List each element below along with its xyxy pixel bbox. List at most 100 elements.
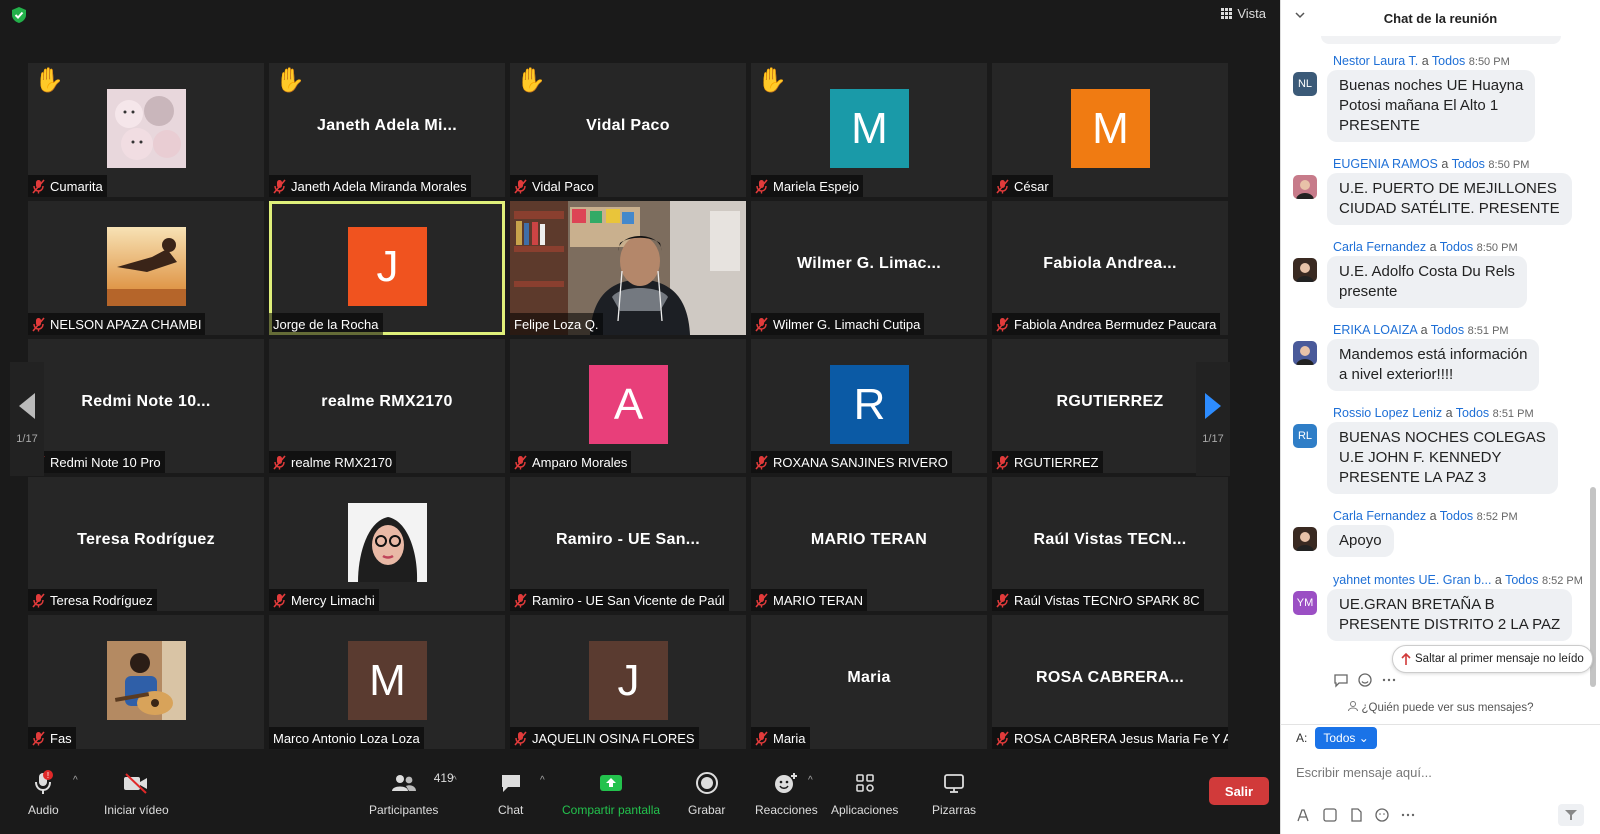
recipient-name: Todos <box>1439 509 1474 523</box>
participant-tile[interactable]: realme RMX2170 realme RMX2170 <box>269 339 505 473</box>
participant-tile[interactable]: Fabiola Andrea... Fabiola Andrea Bermudez… <box>992 201 1228 335</box>
sender-name[interactable]: EUGENIA RAMOS <box>1333 157 1438 171</box>
participant-tile[interactable]: Raúl Vistas TECN... Raúl Vistas TECNrO SP… <box>992 477 1228 611</box>
to-word: a <box>1420 323 1428 337</box>
share-screen-button[interactable]: Compartir pantalla <box>562 769 660 817</box>
reactions-label: Reacciones <box>755 803 818 817</box>
muted-mic-icon <box>755 178 768 194</box>
format-text-icon[interactable] <box>1296 807 1312 823</box>
arrow-up-icon <box>1401 652 1411 665</box>
participant-tile[interactable]: ✋ M Mariela Espejo <box>751 63 987 197</box>
participant-tile[interactable]: ✋ Vidal Paco Vidal Paco <box>510 63 746 197</box>
muted-mic-icon <box>32 178 45 194</box>
audio-label: Audio <box>28 803 59 817</box>
add-reaction-icon[interactable] <box>1357 672 1373 688</box>
participant-tile[interactable]: R ROXANA SANJINES RIVERO <box>751 339 987 473</box>
participant-tile[interactable]: Mercy Limachi <box>269 477 505 611</box>
to-word: a <box>1494 573 1502 587</box>
message-bubble: UE.GRAN BRETAÑA B PRESENTE DISTRITO 2 LA… <box>1327 589 1573 641</box>
message-header: EUGENIA RAMOS a Todos 8:50 PM <box>1333 157 1529 171</box>
participant-name: Janeth Adela Miranda Morales <box>291 178 467 194</box>
muted-mic-icon <box>32 592 45 608</box>
participant-tile[interactable]: Teresa Rodríguez Teresa Rodríguez <box>28 477 264 611</box>
participant-tile[interactable]: Maria Maria <box>751 615 987 749</box>
message-header: Carla Fernandez a Todos 8:50 PM <box>1333 240 1518 254</box>
start-video-button[interactable]: Iniciar vídeo <box>104 769 169 817</box>
participant-name: RGUTIERREZ <box>1014 454 1099 470</box>
audio-options-caret-icon[interactable]: ^ <box>73 775 78 786</box>
participant-name-label: Wilmer G. Limachi Cutipa <box>751 313 925 335</box>
who-can-see-messages-link[interactable]: ¿Quién puede ver sus mensajes? <box>1280 700 1600 714</box>
next-page-button[interactable]: 1/17 <box>1196 362 1230 476</box>
screenshot-icon[interactable] <box>1322 807 1338 823</box>
message-time: 8:51 PM <box>1492 408 1534 420</box>
participant-tile[interactable]: Wilmer G. Limac... Wilmer G. Limachi Cuti… <box>751 201 987 335</box>
more-icon[interactable] <box>1400 807 1416 823</box>
recipient-name: Todos <box>1431 54 1466 68</box>
sender-name[interactable]: Rossio Lopez Leniz <box>1333 406 1442 420</box>
sender-name[interactable]: ERIKA LOAIZA <box>1333 323 1417 337</box>
participant-name-label: Amparo Morales <box>510 451 632 473</box>
participant-tile[interactable]: Redmi Note 10... Redmi Note 10 Pro <box>28 339 264 473</box>
sender-name[interactable]: yahnet montes UE. Gran b... <box>1333 573 1491 587</box>
participant-tile[interactable]: ROSA CABRERA... ROSA CABRERA Jesus Maria … <box>992 615 1228 749</box>
to-word: a <box>1445 406 1453 420</box>
sender-name[interactable]: Nestor Laura T. <box>1333 54 1418 68</box>
participant-tile[interactable]: ✋ Janeth Adela Mi... Janeth Adela Miranda … <box>269 63 505 197</box>
message-time: 8:50 PM <box>1476 242 1518 254</box>
reply-icon[interactable] <box>1333 672 1349 688</box>
participant-tile[interactable]: MARIO TERAN MARIO TERAN <box>751 477 987 611</box>
jump-to-unread-button[interactable]: Saltar al primer mensaje no leído <box>1392 645 1593 673</box>
more-options-icon[interactable] <box>1381 672 1397 688</box>
participant-tile[interactable]: Ramiro - UE San... Ramiro - UE San Vicent… <box>510 477 746 611</box>
whiteboards-button[interactable]: Pizarras <box>932 769 976 817</box>
send-button[interactable] <box>1558 804 1584 826</box>
chat-options-caret-icon[interactable]: ^ <box>540 775 545 786</box>
recipient-dropdown[interactable]: Todos ⌄ <box>1315 727 1377 749</box>
chat-button[interactable]: Chat <box>498 769 523 817</box>
record-icon <box>695 772 718 794</box>
leave-meeting-button[interactable]: Salir <box>1209 777 1269 805</box>
participant-name-label: JAQUELIN OSINA FLORES <box>510 727 699 749</box>
reactions-options-caret-icon[interactable]: ^ <box>808 775 813 786</box>
audio-button[interactable]: ! Audio <box>28 769 59 817</box>
participant-name: ROSA CABRERA Jesus Maria Fe Y A... <box>1014 730 1228 746</box>
sender-name[interactable]: Carla Fernandez <box>1333 240 1426 254</box>
previous-page-button[interactable]: 1/17 <box>10 362 44 476</box>
participant-tile[interactable]: RGUTIERREZ RGUTIERREZ <box>992 339 1228 473</box>
message-header: ERIKA LOAIZA a Todos 8:51 PM <box>1333 323 1509 337</box>
apps-button[interactable]: Aplicaciones <box>831 769 898 817</box>
participants-button[interactable]: 419 Participantes <box>369 769 454 817</box>
participants-count: 419 <box>433 771 454 785</box>
view-button[interactable]: Vista <box>1221 6 1266 21</box>
participant-tile[interactable]: M César <box>992 63 1228 197</box>
participant-name: Vidal Paco <box>532 178 594 194</box>
participants-options-caret-icon[interactable]: ^ <box>452 775 457 786</box>
meeting-toolbar: ! Audio ^ Iniciar vídeo 419 Participante… <box>0 763 1280 834</box>
participant-tile[interactable]: NELSON APAZA CHAMBI <box>28 201 264 335</box>
participant-tile[interactable]: J Jorge de la Rocha <box>269 201 505 335</box>
participant-name-label: César <box>992 175 1053 197</box>
emoji-icon[interactable] <box>1374 807 1390 823</box>
message-header: yahnet montes UE. Gran b... a Todos 8:52… <box>1333 573 1583 587</box>
message-time: 8:50 PM <box>1468 56 1510 68</box>
participant-tile[interactable]: J JAQUELIN OSINA FLORES <box>510 615 746 749</box>
sender-name[interactable]: Carla Fernandez <box>1333 509 1426 523</box>
muted-mic-icon <box>514 730 527 746</box>
record-button[interactable]: Grabar <box>688 769 725 817</box>
message-input[interactable] <box>1296 760 1576 784</box>
participant-name: Felipe Loza Q. <box>514 316 599 332</box>
participant-tile[interactable]: Felipe Loza Q. <box>510 201 746 335</box>
sender-photo-icon <box>1293 527 1317 551</box>
composer-tools <box>1296 807 1416 823</box>
encryption-shield-icon[interactable] <box>10 6 28 24</box>
sender-avatar: YM <box>1293 591 1317 615</box>
collapse-chevron-icon[interactable] <box>1295 10 1305 20</box>
file-icon[interactable] <box>1348 807 1364 823</box>
participant-tile[interactable]: M Marco Antonio Loza Loza <box>269 615 505 749</box>
grid-view-icon <box>1221 8 1233 19</box>
participant-tile[interactable]: Fas <box>28 615 264 749</box>
participant-tile[interactable]: A Amparo Morales <box>510 339 746 473</box>
participant-display-name: Ramiro - UE San... <box>555 531 701 548</box>
participant-tile[interactable]: ✋ Cumarita <box>28 63 264 197</box>
